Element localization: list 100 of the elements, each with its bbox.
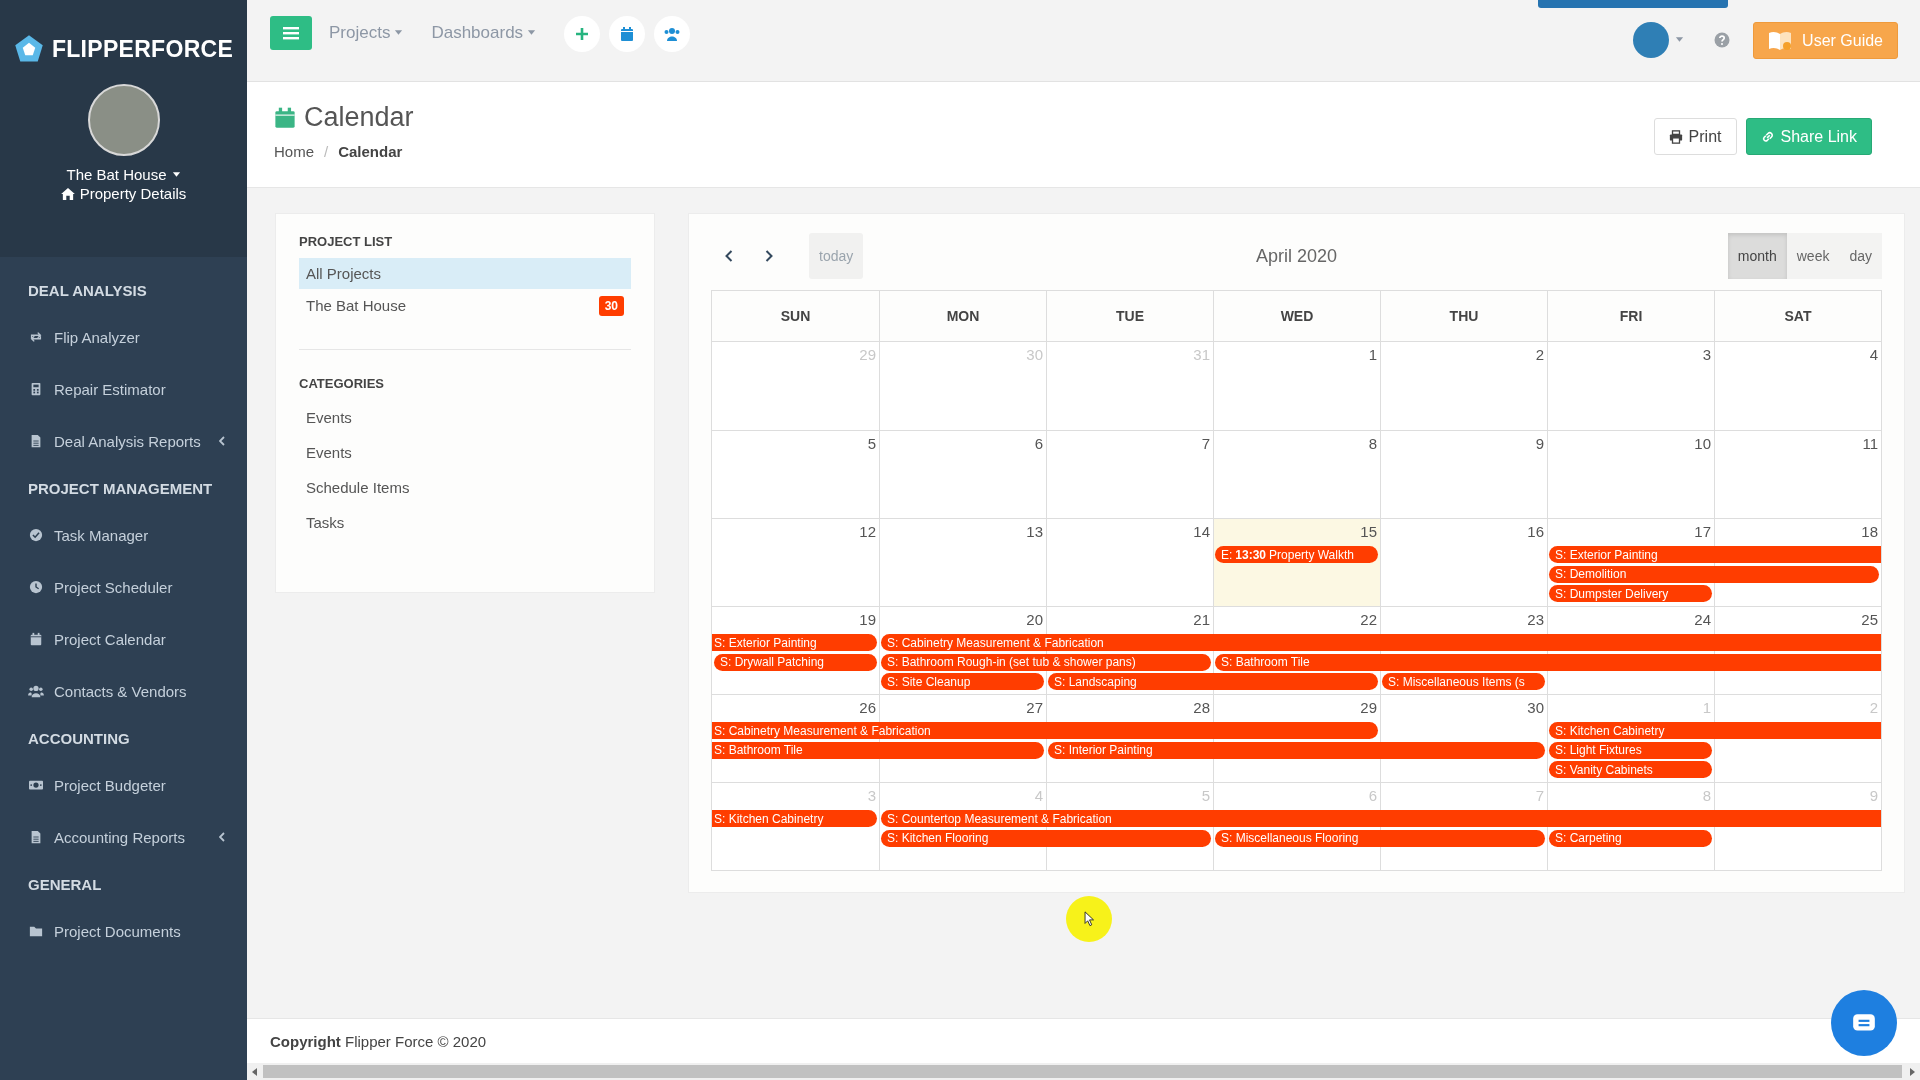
day-number: 20 [1026, 611, 1043, 628]
print-button[interactable]: Print [1653, 118, 1737, 155]
breadcrumb-separator: / [324, 143, 329, 160]
day-number: 6 [1034, 435, 1043, 452]
category-item[interactable]: Tasks [299, 505, 631, 540]
chevron-right-icon [765, 250, 773, 262]
sidebar-item[interactable]: Task Manager [0, 509, 247, 561]
folder-icon [28, 924, 44, 938]
event-bar[interactable]: S: Miscellaneous Items (s [1382, 673, 1545, 691]
project-list-item[interactable]: All Projects [299, 258, 631, 289]
event-bar[interactable]: S: Cabinetry Measurement & Fabrication [881, 634, 1881, 652]
contacts-button[interactable] [654, 16, 691, 52]
weekday-header: FRI [1547, 291, 1714, 341]
day-number: 1 [1368, 346, 1377, 363]
section-heading: GENERAL [27, 874, 103, 895]
menu-icon [283, 26, 299, 40]
day-number: 4 [1869, 346, 1878, 363]
add-button[interactable] [564, 16, 601, 52]
day-number: 27 [1026, 699, 1043, 716]
category-item[interactable]: Events [299, 435, 631, 470]
day-number: 9 [1535, 435, 1544, 452]
sidebar-item[interactable]: Project Budgeter [0, 759, 247, 811]
calendar-icon [274, 106, 296, 129]
avatar [1633, 22, 1670, 58]
day-number: 5 [867, 435, 876, 452]
event-bar[interactable]: S: Exterior Painting [1549, 546, 1881, 564]
event-bar[interactable]: S: Countertop Measurement & Fabrication [881, 810, 1881, 828]
day-number: 3 [1702, 346, 1711, 363]
day-number: 17 [1694, 523, 1711, 540]
banknote-icon [28, 778, 44, 792]
category-item[interactable]: Schedule Items [299, 470, 631, 505]
day-number: 14 [1193, 523, 1210, 540]
day-number: 30 [1527, 699, 1544, 716]
clock-icon [28, 580, 44, 594]
event-bar[interactable]: S: Site Cleanup [881, 673, 1044, 691]
day-number: 24 [1694, 611, 1711, 628]
share-link-button[interactable]: Share Link [1745, 118, 1872, 155]
weekday-header: WED [1213, 291, 1380, 341]
user-guide-button[interactable]: User Guide [1753, 22, 1898, 59]
event-bar[interactable]: E: 13:30 Property Walkth [1215, 546, 1378, 564]
day-number: 18 [1861, 523, 1878, 540]
check-circle-icon [28, 528, 44, 542]
caret-down-icon [1675, 37, 1685, 43]
breadcrumb-link[interactable]: Home [274, 143, 314, 160]
day-number: 26 [859, 699, 876, 716]
breadcrumb-current: Calendar [338, 143, 403, 160]
sidebar-item[interactable]: Accounting Reports [0, 811, 247, 863]
day-number: 22 [1360, 611, 1377, 628]
section-heading: PROJECT MANAGEMENT [27, 478, 214, 499]
event-bar[interactable]: S: Landscaping [1048, 673, 1378, 691]
weekday-header: MON [879, 291, 1046, 341]
project-list-item[interactable]: The Bat House 30 [299, 290, 631, 321]
event-bar[interactable]: S: Cabinetry Measurement & Fabrication [712, 722, 1378, 740]
people-icon [28, 684, 44, 698]
event-bar[interactable]: S: Kitchen Cabinetry [712, 810, 877, 828]
event-bar[interactable]: S: Vanity Cabinets [1549, 761, 1712, 779]
sidebar-item[interactable]: Repair Estimator [0, 363, 247, 415]
day-number: 7 [1201, 435, 1210, 452]
chevron-left-icon [219, 832, 225, 842]
arrows-loop-icon [28, 330, 44, 344]
section-heading: CATEGORIES [299, 376, 385, 391]
user-menu[interactable] [1633, 20, 1685, 60]
view-tab[interactable]: month [1727, 233, 1787, 279]
day-number: 2 [1535, 346, 1544, 363]
people-icon [664, 26, 681, 42]
caret-down-icon [171, 171, 181, 178]
count-badge: 30 [598, 295, 624, 316]
pentagon-logo-icon [13, 34, 44, 64]
day-number: 23 [1527, 611, 1544, 628]
calendar-button[interactable] [609, 16, 646, 52]
day-number: 13 [1026, 523, 1043, 540]
plus-icon [574, 26, 591, 42]
view-tab[interactable]: day [1839, 233, 1882, 279]
sidebar-item[interactable]: Project Documents [0, 905, 247, 957]
caret-down-icon [527, 30, 537, 36]
caret-down-icon [394, 30, 404, 36]
sidebar-item[interactable]: Project Calendar [0, 613, 247, 665]
scroll-right-icon[interactable] [1909, 1067, 1915, 1076]
day-number: 10 [1694, 435, 1711, 452]
scroll-left-icon[interactable] [252, 1067, 258, 1076]
property-details-link[interactable]: Property Details [60, 185, 187, 202]
section-heading: ACCOUNTING [27, 728, 131, 749]
nav-dropdown[interactable]: Dashboards [431, 16, 537, 50]
copyright-text: Copyright Flipper Force © 2020 [270, 1032, 487, 1050]
category-item[interactable]: Events [299, 400, 631, 435]
event-bar[interactable]: S: Kitchen Cabinetry [1549, 722, 1881, 740]
weekday-header: SUN [779, 307, 812, 326]
chevron-left-icon [725, 250, 733, 262]
property-selector[interactable]: The Bat House [66, 166, 181, 183]
sidebar-item[interactable]: Flip Analyzer [0, 311, 247, 363]
event-bar[interactable]: S: Dumpster Delivery [1549, 585, 1712, 603]
home-icon [60, 187, 75, 200]
sidebar-item[interactable]: Deal Analysis Reports [0, 415, 247, 467]
nav-dropdown[interactable]: Projects [329, 16, 404, 50]
event-bar[interactable]: S: Exterior Painting [712, 634, 877, 652]
menu-button[interactable] [270, 16, 312, 50]
sidebar-item[interactable]: Contacts & Vendors [0, 665, 247, 717]
sidebar-item[interactable]: Project Scheduler [0, 561, 247, 613]
day-number: 25 [1861, 611, 1878, 628]
view-tab[interactable]: week [1786, 233, 1840, 279]
